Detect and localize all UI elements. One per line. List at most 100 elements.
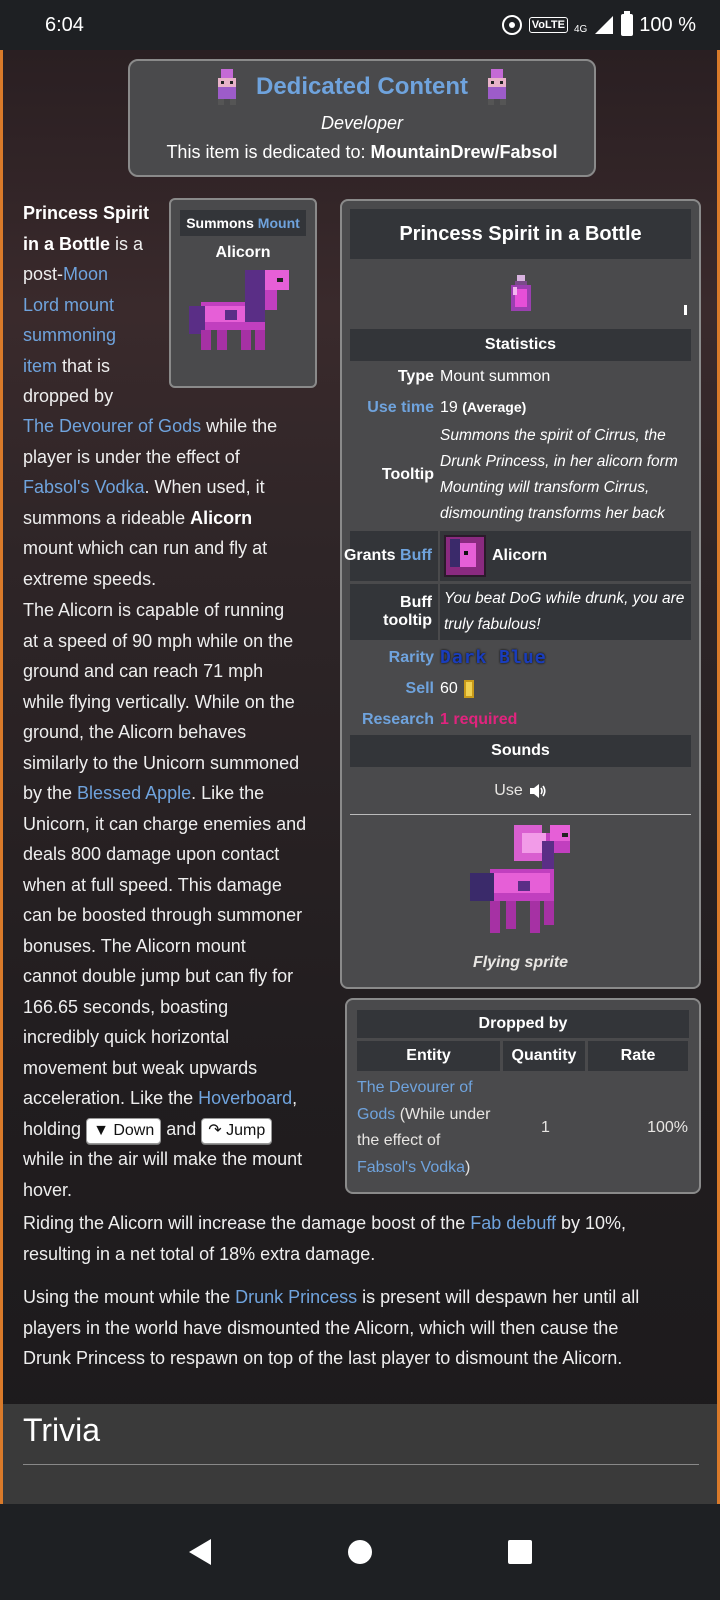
text: acceleration. Like the bbox=[23, 1088, 199, 1108]
text: (While under bbox=[395, 1105, 491, 1123]
moon-lord-link[interactable]: Moon bbox=[63, 264, 108, 284]
use-sound-row: Use bbox=[350, 767, 691, 815]
alicorn-buff-icon[interactable] bbox=[444, 535, 486, 577]
battery-level: 100 % bbox=[639, 13, 696, 36]
text: holding bbox=[23, 1118, 87, 1139]
text: ground and can reach 71 mph bbox=[23, 661, 264, 681]
dedicated-title: Dedicated Content bbox=[255, 73, 468, 100]
text: while flying vertically. While on the bbox=[23, 691, 295, 712]
text: and bbox=[161, 1118, 202, 1139]
hotspot-icon bbox=[501, 14, 523, 36]
devourer-of-gods-link[interactable]: Gods bbox=[357, 1106, 395, 1123]
tooltip-line: Drunk Princess, in her alicorn form bbox=[440, 453, 678, 470]
buff-link[interactable]: Buff bbox=[400, 547, 432, 565]
text: bonuses. The Alicorn mount bbox=[23, 935, 246, 956]
text: player is under the effect of bbox=[23, 446, 240, 467]
tooltip-row: Tooltip Summons the spirit of Cirrus, th… bbox=[350, 423, 691, 527]
buff-tooltip-line: truly fabulous! bbox=[444, 616, 541, 633]
buff-tooltip-value: You beat DoG while drunk, you are truly … bbox=[440, 584, 691, 640]
alicorn-bold: Alicorn bbox=[190, 507, 253, 528]
dedicated-prefix: This item is dedicated to: bbox=[166, 142, 371, 162]
research-link[interactable]: Research bbox=[350, 711, 440, 729]
devourer-of-gods-link[interactable]: The Devourer of Gods bbox=[23, 416, 201, 436]
alicorn-buff-link[interactable]: Alicorn bbox=[492, 547, 547, 565]
summons-header: Summons Mount bbox=[180, 210, 306, 236]
entity-column-header: Entity bbox=[357, 1041, 500, 1071]
rarity-link[interactable]: Rarity bbox=[350, 649, 440, 667]
drunk-princess-paragraph: Using the mount while the Drunk Princess… bbox=[23, 1282, 708, 1374]
hoverboard-link[interactable]: Hoverboard bbox=[198, 1088, 292, 1108]
summoning-item-link[interactable]: item bbox=[23, 356, 57, 376]
devourer-of-gods-link[interactable]: The Devourer of bbox=[357, 1079, 473, 1096]
summons-box: Summons Mount Alicorn bbox=[169, 198, 317, 388]
rarity-value: Dark Blue bbox=[440, 647, 547, 668]
text: when at full speed. This damage bbox=[23, 874, 282, 895]
text: extreme speeds. bbox=[23, 568, 157, 589]
buff-tooltip-line: You beat DoG while drunk, you are bbox=[444, 590, 685, 607]
princess-sprite-icon bbox=[217, 69, 236, 105]
text: 166.65 seconds, boasting bbox=[23, 996, 229, 1017]
sell-link[interactable]: Sell bbox=[350, 680, 440, 698]
text: players in the world have dismounted the… bbox=[23, 1317, 619, 1338]
text: ground, the Alicorn behaves bbox=[23, 722, 247, 742]
back-button[interactable] bbox=[180, 1532, 220, 1572]
buff-tooltip-row: Buff tooltip You beat DoG while drunk, y… bbox=[350, 584, 691, 640]
article-page: Dedicated Content Developer This item is… bbox=[0, 50, 720, 1504]
summoning-item-link[interactable]: summoning bbox=[23, 325, 116, 345]
text: by 10%, bbox=[556, 1213, 627, 1233]
text: similarly to the Unicorn summoned bbox=[23, 752, 300, 773]
sell-row: Sell 60 bbox=[350, 673, 691, 704]
gold-coin-icon bbox=[463, 679, 474, 698]
intro-paragraph-cont: The Devourer of Gods while the player is… bbox=[23, 411, 323, 594]
text: the effect of bbox=[357, 1132, 441, 1149]
use-sound-label: Use bbox=[494, 781, 523, 799]
down-key-badge: ▼ Down bbox=[86, 1117, 162, 1144]
moon-lord-link[interactable]: Lord mount bbox=[23, 295, 114, 315]
text: Using the mount while the bbox=[23, 1287, 236, 1307]
use-time-value: 19 bbox=[440, 398, 458, 416]
dedicated-content-box: Dedicated Content Developer This item is… bbox=[128, 59, 596, 177]
text: cannot double jump but can fly for bbox=[23, 966, 294, 986]
text: is a bbox=[110, 233, 144, 254]
speaker-icon[interactable] bbox=[529, 783, 547, 799]
trivia-divider bbox=[23, 1464, 699, 1465]
cursor-mark bbox=[684, 305, 687, 315]
princess-sprite-icon bbox=[488, 69, 506, 105]
drunk-princess-link[interactable]: Drunk Princess bbox=[235, 1287, 357, 1307]
trivia-section-band bbox=[3, 1404, 717, 1504]
fab-debuff-link[interactable]: Fab debuff bbox=[470, 1213, 556, 1233]
entity-cell: The Devourer of Gods (While under the ef… bbox=[357, 1075, 503, 1181]
recents-button[interactable] bbox=[500, 1532, 540, 1572]
volte-badge: VoLTE bbox=[528, 17, 568, 33]
infobox-title: Princess Spirit in a Bottle bbox=[350, 209, 691, 259]
fabsols-vodka-link[interactable]: Fabsol's Vodka bbox=[357, 1159, 465, 1176]
grants-key: Grants bbox=[343, 547, 396, 564]
home-button[interactable] bbox=[340, 1532, 380, 1572]
mount-summon-link[interactable]: Mount summon bbox=[440, 368, 691, 386]
mount-link[interactable]: Mount bbox=[258, 215, 300, 231]
tooltip-value: Summons the spirit of Cirrus, the Drunk … bbox=[440, 423, 691, 527]
blessed-apple-link[interactable]: Blessed Apple bbox=[77, 783, 191, 803]
battery-icon bbox=[621, 11, 634, 36]
sounds-header: Sounds bbox=[350, 735, 691, 767]
status-bar: 6:04 VoLTE 4G 100 % bbox=[0, 0, 720, 50]
tooltip-line: Mounting will transform Cirrus, bbox=[440, 479, 650, 496]
dropped-by-table: Dropped by Entity Quantity Rate The Devo… bbox=[345, 998, 701, 1194]
sell-value: 60 bbox=[440, 679, 458, 697]
text: ) bbox=[465, 1158, 471, 1176]
use-time-link[interactable]: Use time bbox=[350, 399, 440, 417]
item-icon-row bbox=[342, 259, 699, 329]
intro-paragraph: Princess Spirit in a Bottle is a post-Mo… bbox=[23, 198, 153, 412]
text: while in the air will make the mount bbox=[23, 1149, 303, 1169]
bottle-icon bbox=[510, 275, 531, 311]
text: dropped by bbox=[23, 386, 114, 406]
text: mount which can run and fly at bbox=[23, 538, 268, 558]
text: while the bbox=[201, 416, 278, 436]
home-icon bbox=[348, 1540, 372, 1564]
flying-sprite-area: Flying sprite bbox=[342, 815, 699, 972]
rate-column-header: Rate bbox=[588, 1041, 688, 1071]
fabsols-vodka-link[interactable]: Fabsol's Vodka bbox=[23, 477, 145, 497]
alicorn-sprite-icon bbox=[189, 270, 289, 350]
text: can be boosted through summoner bbox=[23, 905, 303, 925]
recents-icon bbox=[508, 1540, 532, 1564]
